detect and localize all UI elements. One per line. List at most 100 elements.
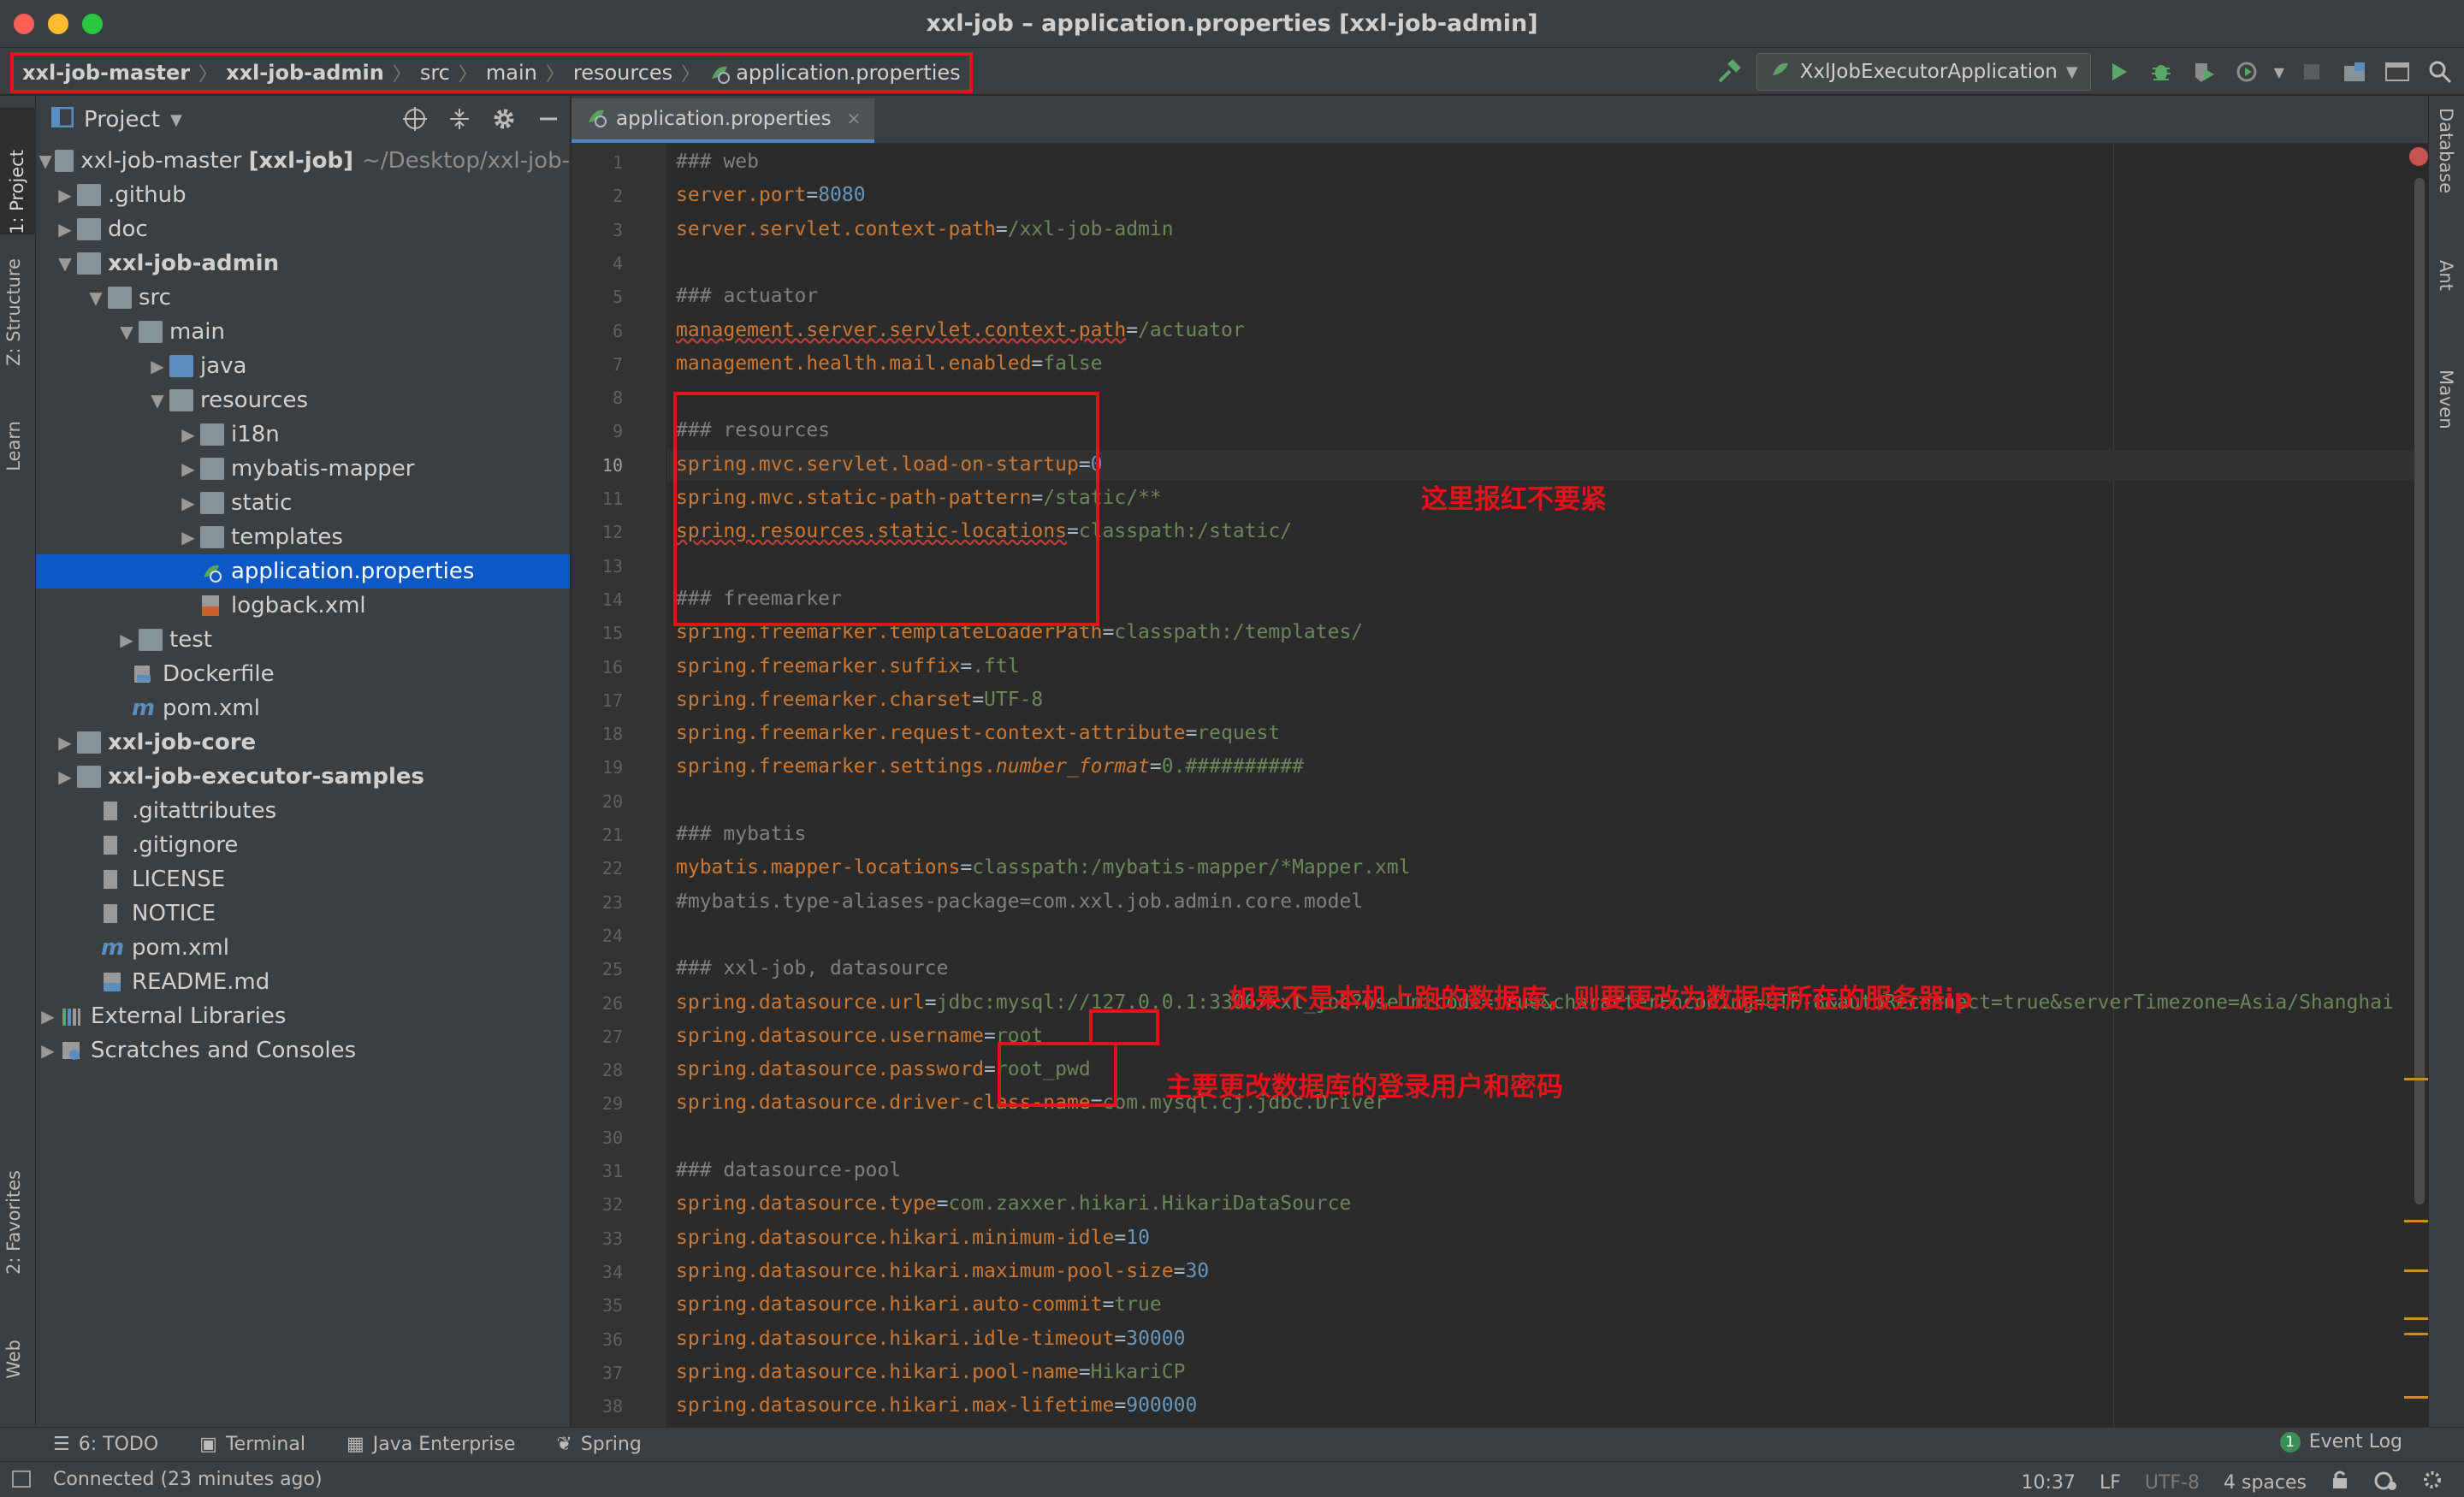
chevron-right-icon[interactable]: ▶ <box>145 356 169 376</box>
chevron-down-icon[interactable]: ▼ <box>53 253 77 274</box>
line-separator[interactable]: LF <box>2100 1472 2121 1494</box>
line-number[interactable]: 10 <box>572 455 623 476</box>
chevron-right-icon[interactable]: ▶ <box>53 766 77 787</box>
tree-item-file[interactable]: m pom.xml <box>36 691 570 725</box>
tree-item-file[interactable]: logback.xml <box>36 589 570 623</box>
tool-tab-project[interactable]: 1: Project <box>0 108 36 234</box>
line-number[interactable]: 8 <box>572 388 623 408</box>
line-number[interactable]: 15 <box>572 623 623 643</box>
project-structure-icon[interactable] <box>2339 56 2370 87</box>
tool-button-java-enterprise[interactable]: ▦ Java Enterprise <box>346 1434 515 1455</box>
line-number[interactable]: 23 <box>572 892 623 913</box>
line-number[interactable]: 6 <box>572 321 623 341</box>
breadcrumb-item[interactable]: src <box>420 61 450 85</box>
scrollbar-thumb[interactable] <box>2414 178 2425 1204</box>
line-number[interactable]: 25 <box>572 959 623 979</box>
close-tab-icon[interactable]: ✕ <box>847 109 862 129</box>
warning-marker[interactable] <box>2404 1078 2430 1080</box>
chevron-right-icon[interactable]: ▶ <box>53 219 77 240</box>
line-number[interactable]: 12 <box>572 522 623 542</box>
memory-indicator-icon[interactable] <box>2421 1469 2443 1496</box>
editor-scrollbar[interactable] <box>2404 144 2430 1427</box>
tree-item-folder[interactable]: ▶ .github <box>36 178 570 212</box>
warning-marker[interactable] <box>2404 1220 2430 1222</box>
tool-tab-database[interactable]: Database <box>2436 108 2456 193</box>
code-line[interactable]: management.health.mail.enabled=false <box>676 352 1103 375</box>
tree-item-folder[interactable]: ▶ templates <box>36 520 570 554</box>
chevron-right-icon[interactable]: ▶ <box>115 630 139 650</box>
tree-item-folder[interactable]: ▼ resources <box>36 383 570 417</box>
collapse-all-icon[interactable] <box>447 106 472 138</box>
chevron-right-icon[interactable]: ▶ <box>176 527 200 547</box>
code-line[interactable]: spring.datasource.hikari.maximum-pool-si… <box>676 1260 1209 1282</box>
run-icon[interactable] <box>2103 56 2134 87</box>
tree-item-file[interactable]: README.md <box>36 965 570 999</box>
chevron-right-icon[interactable]: ▶ <box>36 1006 60 1027</box>
line-number[interactable]: 26 <box>572 993 623 1014</box>
run-configuration-select[interactable]: XxlJobExecutorApplication ▼ <box>1756 53 2091 91</box>
tool-tab-structure[interactable]: Z: Structure <box>3 258 24 366</box>
code-line[interactable]: spring.freemarker.request-context-attrib… <box>676 722 1280 744</box>
breadcrumb-item[interactable]: xxl-job-admin <box>226 61 384 85</box>
lock-icon[interactable] <box>2331 1470 2349 1495</box>
tree-item-project-root[interactable]: ▼ xxl-job-master [xxl-job] ~/Desktop/xxl-j… <box>36 144 570 178</box>
search-icon[interactable] <box>2425 56 2455 87</box>
debug-icon[interactable] <box>2146 56 2177 87</box>
tree-item-file[interactable]: NOTICE <box>36 896 570 931</box>
tool-button-todo[interactable]: ☰ 6: TODO <box>53 1434 158 1455</box>
build-hammer-icon[interactable] <box>1714 56 1744 87</box>
tree-item-module[interactable]: ▶ xxl-job-executor-samples <box>36 760 570 794</box>
line-number[interactable]: 14 <box>572 589 623 610</box>
chevron-down-icon[interactable]: ▼ <box>2274 64 2284 80</box>
line-number[interactable]: 33 <box>572 1228 623 1249</box>
code-line[interactable]: ### actuator <box>676 285 818 307</box>
file-encoding[interactable]: UTF-8 <box>2145 1472 2200 1494</box>
code-line[interactable]: spring.datasource.hikari.auto-commit=tru… <box>676 1293 1162 1316</box>
line-number[interactable]: 13 <box>572 556 623 577</box>
chevron-down-icon[interactable]: ▼ <box>170 111 182 129</box>
code-line[interactable]: ### datasource-pool <box>676 1159 901 1181</box>
presentation-mode-icon[interactable] <box>2382 56 2413 87</box>
editor-tab-active[interactable]: application.properties ✕ <box>572 98 875 143</box>
line-number[interactable]: 9 <box>572 421 623 441</box>
chevron-down-icon[interactable]: ▼ <box>145 390 169 411</box>
stop-icon[interactable] <box>2296 56 2327 87</box>
line-number[interactable]: 36 <box>572 1329 623 1350</box>
tool-tab-web[interactable]: Web <box>3 1340 24 1379</box>
chevron-down-icon[interactable]: ▼ <box>84 287 108 308</box>
line-number[interactable]: 21 <box>572 825 623 845</box>
project-panel-title[interactable]: Project <box>84 107 160 133</box>
line-number[interactable]: 38 <box>572 1396 623 1417</box>
breadcrumb-item[interactable]: main <box>486 61 537 85</box>
line-number[interactable]: 5 <box>572 287 623 307</box>
line-number[interactable]: 17 <box>572 690 623 711</box>
chevron-right-icon[interactable]: ▶ <box>176 493 200 513</box>
code-line[interactable]: spring.datasource.hikari.minimum-idle=10 <box>676 1227 1150 1249</box>
chevron-down-icon[interactable]: ▼ <box>36 151 55 171</box>
line-number[interactable]: 3 <box>572 220 623 240</box>
line-number[interactable]: 31 <box>572 1161 623 1181</box>
tool-tab-favorites[interactable]: 2: Favorites <box>3 1170 24 1275</box>
tool-button-terminal[interactable]: ▣ Terminal <box>199 1434 305 1455</box>
line-number[interactable]: 27 <box>572 1027 623 1047</box>
breadcrumb-item[interactable]: resources <box>573 61 672 85</box>
caret-position[interactable]: 10:37 <box>2022 1472 2076 1494</box>
gear-icon[interactable] <box>491 106 517 138</box>
profile-icon[interactable] <box>2231 56 2262 87</box>
tree-item-folder[interactable]: ▶ java <box>36 349 570 383</box>
tree-item-module[interactable]: ▶ xxl-job-core <box>36 725 570 760</box>
code-line[interactable]: spring.datasource.type=com.zaxxer.hikari… <box>676 1192 1351 1215</box>
code-line[interactable]: spring.datasource.username=root <box>676 1025 1043 1047</box>
locate-file-icon[interactable] <box>402 106 428 138</box>
line-number[interactable]: 35 <box>572 1295 623 1316</box>
tree-item-folder[interactable]: ▼ src <box>36 281 570 315</box>
status-message[interactable]: Connected (23 minutes ago) <box>53 1469 323 1490</box>
tree-item-folder[interactable]: ▶ test <box>36 623 570 657</box>
code-line[interactable]: spring.datasource.hikari.pool-name=Hikar… <box>676 1361 1185 1383</box>
chevron-right-icon[interactable]: ▶ <box>176 424 200 445</box>
line-number[interactable]: 1 <box>572 152 623 173</box>
chevron-down-icon[interactable]: ▼ <box>115 322 139 342</box>
line-number[interactable]: 30 <box>572 1127 623 1148</box>
tree-item-folder[interactable]: ▶ static <box>36 486 570 520</box>
line-number[interactable]: 37 <box>572 1363 623 1383</box>
